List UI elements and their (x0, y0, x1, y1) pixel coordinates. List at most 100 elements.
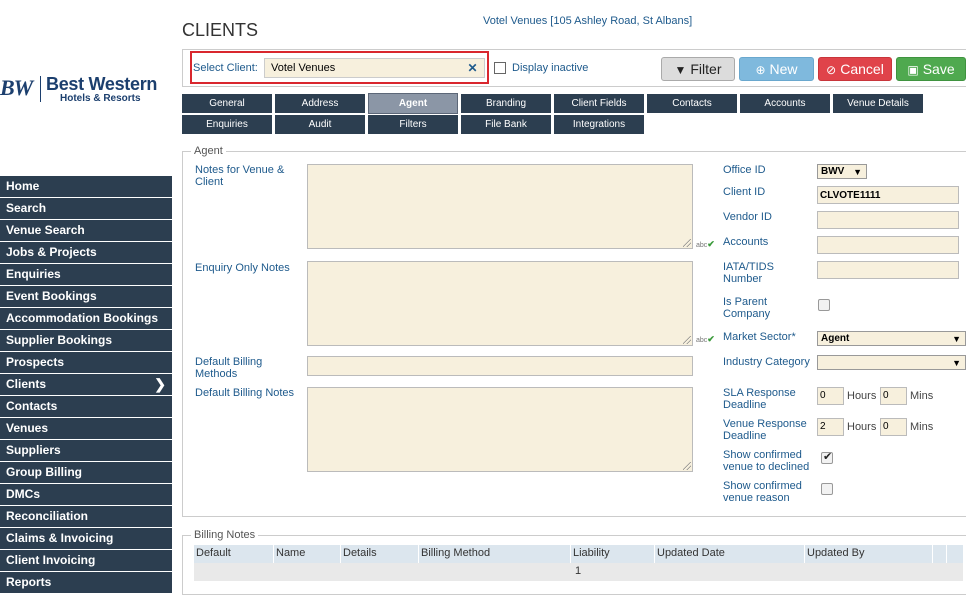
sidebar-item-clients[interactable]: Clients ❯ (0, 374, 172, 396)
sidebar-item-search[interactable]: Search (0, 198, 172, 220)
sidebar-item-label: Home (6, 179, 40, 193)
sidebar-item-reconciliation[interactable]: Reconciliation (0, 506, 172, 528)
venue-hours-input[interactable]: 2 (817, 418, 844, 436)
industry-category-select[interactable]: ▼ (817, 355, 966, 370)
display-inactive-checkbox[interactable] (494, 62, 506, 74)
sidebar-item-client-invoicing[interactable]: Client Invoicing (0, 550, 172, 572)
ban-icon: ⊘ (826, 63, 837, 77)
column-header-default[interactable]: Default (194, 545, 274, 563)
sidebar-item-label: Jobs & Projects (6, 245, 97, 259)
filter-button[interactable]: ▼ Filter (661, 57, 735, 81)
sidebar-item-reports[interactable]: Reports (0, 572, 172, 594)
client-id-input[interactable]: CLVOTE1111 (817, 186, 959, 204)
notes-textarea[interactable] (307, 164, 693, 249)
sidebar-item-enquiries[interactable]: Enquiries (0, 264, 172, 286)
mins-unit: Mins (910, 390, 934, 402)
save-button[interactable]: ▣ Save (896, 57, 966, 81)
vendor-id-input[interactable] (817, 211, 959, 229)
sidebar-item-group-billing[interactable]: Group Billing (0, 462, 172, 484)
cancel-button[interactable]: ⊘ Cancel (818, 57, 892, 81)
tab-accounts[interactable]: Accounts (740, 94, 830, 113)
industry-category-label: Industry Category (723, 356, 810, 368)
logo-line1: Best Western (46, 74, 158, 94)
column-header-billing-method[interactable]: Billing Method (419, 545, 571, 563)
office-id-label: Office ID (723, 164, 766, 176)
sidebar-item-label: Contacts (6, 399, 58, 413)
tab-contacts[interactable]: Contacts (647, 94, 737, 113)
tab-venue-details[interactable]: Venue Details (833, 94, 923, 113)
sidebar-item-suppliers[interactable]: Suppliers (0, 440, 172, 462)
logo-line2: Hotels & Resorts (60, 93, 141, 104)
client-id-label: Client ID (723, 186, 766, 198)
sidebar-item-label: Client Invoicing (6, 553, 96, 567)
hours-unit: Hours (847, 390, 877, 402)
save-button-label: Save (922, 61, 955, 77)
billing-methods-label: Default Billing Methods (195, 356, 263, 380)
accounts-input[interactable] (817, 236, 959, 254)
tab-general[interactable]: General (182, 94, 272, 113)
enquiry-notes-textarea[interactable] (307, 261, 693, 346)
page-number[interactable]: 1 (575, 565, 581, 577)
show-confirmed-checkbox[interactable] (821, 450, 833, 464)
show-confirmed-reason-checkbox[interactable] (821, 483, 833, 495)
venue-mins-input[interactable]: 0 (880, 418, 907, 436)
venue-link[interactable]: Votel Venues [105 Ashley Road, St Albans… (483, 15, 692, 27)
plus-circle-icon: ⊕ (755, 63, 766, 77)
hours-unit: Hours (847, 421, 877, 433)
select-client-label: Select Client: (193, 62, 258, 74)
tab-address[interactable]: Address (275, 94, 365, 113)
sidebar-item-venues[interactable]: Venues (0, 418, 172, 440)
sidebar-item-claims-invoicing[interactable]: Claims & Invoicing (0, 528, 172, 550)
iata-input[interactable] (817, 261, 959, 279)
select-client-input[interactable]: Votel Venues (264, 58, 462, 78)
sla-mins-input[interactable]: 0 (880, 387, 907, 405)
is-parent-label: Is Parent Company (723, 296, 771, 320)
sidebar-item-event-bookings[interactable]: Event Bookings (0, 286, 172, 308)
new-button[interactable]: ⊕ New (739, 57, 814, 81)
show-confirmed-reason-label: Show confirmed venue reason (723, 480, 802, 504)
tab-filters[interactable]: Filters (368, 115, 458, 134)
sidebar-item-label: Clients (6, 377, 47, 391)
tab-integrations[interactable]: Integrations (554, 115, 644, 134)
clear-icon[interactable]: ✕ (461, 58, 485, 78)
tab-file-bank[interactable]: File Bank (461, 115, 551, 134)
sla-hours-input[interactable]: 0 (817, 387, 844, 405)
sidebar-item-accommodation-bookings[interactable]: Accommodation Bookings (0, 308, 172, 330)
tab-agent[interactable]: Agent (368, 93, 458, 114)
resize-grip-icon[interactable] (683, 462, 691, 470)
sidebar-item-home[interactable]: Home (0, 176, 172, 198)
sidebar-item-jobs-projects[interactable]: Jobs & Projects (0, 242, 172, 264)
dropdown-arrow-icon: ▼ (952, 334, 961, 344)
filter-button-label: Filter (690, 61, 722, 77)
sidebar-item-contacts[interactable]: Contacts (0, 396, 172, 418)
sidebar-nav: Home Search Venue Search Jobs & Projects… (0, 176, 172, 594)
column-header-name[interactable]: Name (274, 545, 341, 563)
office-id-select[interactable]: BWV ▼ (817, 164, 867, 179)
cancel-button-label: Cancel (840, 61, 884, 77)
column-header-details[interactable]: Details (341, 545, 419, 563)
market-sector-label: Market Sector* (723, 331, 796, 343)
sidebar-item-supplier-bookings[interactable]: Supplier Bookings (0, 330, 172, 352)
tab-branding[interactable]: Branding (461, 94, 551, 113)
office-id-value: BWV (821, 166, 845, 177)
resize-grip-icon[interactable] (683, 239, 691, 247)
sidebar-item-prospects[interactable]: Prospects (0, 352, 172, 374)
billing-notes-textarea[interactable] (307, 387, 693, 472)
page-title: CLIENTS (182, 20, 259, 40)
tab-audit[interactable]: Audit (275, 115, 365, 134)
sidebar-item-dmcs[interactable]: DMCs (0, 484, 172, 506)
column-header-liability[interactable]: Liability (571, 545, 655, 563)
is-parent-checkbox[interactable] (818, 299, 830, 311)
notes-label: Notes for Venue & Client (195, 164, 285, 188)
market-sector-select[interactable]: Agent ▼ (817, 331, 966, 346)
sidebar-item-label: Enquiries (6, 267, 61, 281)
enquiry-notes-label: Enquiry Only Notes (195, 262, 290, 274)
column-header-updated-date[interactable]: Updated Date (655, 545, 805, 563)
tab-client-fields[interactable]: Client Fields (554, 94, 644, 113)
resize-grip-icon[interactable] (683, 336, 691, 344)
sidebar-item-venue-search[interactable]: Venue Search (0, 220, 172, 242)
column-header-updated-by[interactable]: Updated By (805, 545, 933, 563)
show-confirmed-label: Show confirmed venue to declined (723, 449, 810, 473)
billing-methods-input[interactable] (307, 356, 693, 376)
tab-enquiries[interactable]: Enquiries (182, 115, 272, 134)
